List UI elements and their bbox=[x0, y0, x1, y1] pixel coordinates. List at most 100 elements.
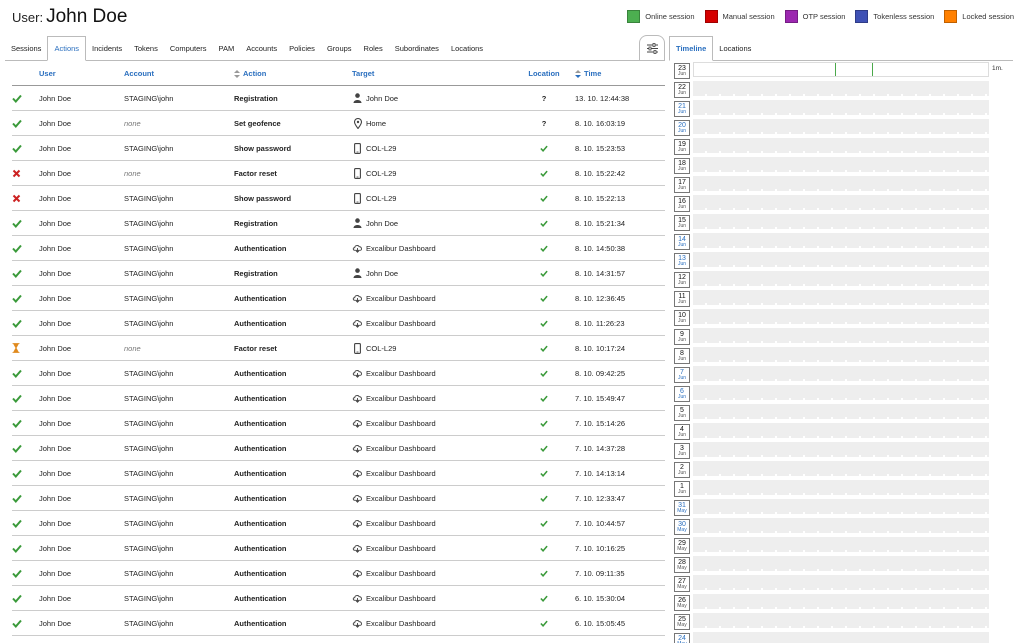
timeline-bar[interactable] bbox=[693, 81, 989, 96]
table-row[interactable]: John Doe STAGING\john Authentication Exc… bbox=[12, 611, 665, 636]
location-ok-check-icon bbox=[540, 595, 548, 602]
timeline-bar[interactable] bbox=[693, 328, 989, 343]
table-row[interactable]: John Doe STAGING\john Authentication Exc… bbox=[12, 286, 665, 311]
day-month: Jun bbox=[677, 317, 687, 324]
timeline-bar[interactable] bbox=[693, 138, 989, 153]
timeline-bar[interactable] bbox=[693, 442, 989, 457]
col-action[interactable]: Action bbox=[234, 69, 352, 78]
user-cell: John Doe bbox=[39, 268, 72, 278]
col-account[interactable]: Account bbox=[124, 69, 234, 78]
table-row[interactable]: John Doe STAGING\john Authentication Exc… bbox=[12, 386, 665, 411]
timeline-bar[interactable] bbox=[693, 461, 989, 476]
day-month: May bbox=[677, 545, 687, 552]
time-cell: 8. 10. 15:21:34 bbox=[575, 218, 626, 228]
table-row[interactable]: John Doe STAGING\john Authentication Exc… bbox=[12, 561, 665, 586]
col-time[interactable]: Time bbox=[571, 69, 665, 78]
timeline-bar[interactable] bbox=[693, 233, 989, 248]
timeline-bar[interactable] bbox=[693, 518, 989, 533]
filter-settings-button[interactable] bbox=[639, 35, 665, 60]
table-row[interactable]: John Doe STAGING\john Show password COL-… bbox=[12, 186, 665, 211]
timeline-bar[interactable] bbox=[693, 556, 989, 571]
tab-actions[interactable]: Actions bbox=[47, 36, 87, 61]
tab-tokens[interactable]: Tokens bbox=[128, 36, 164, 60]
col-location[interactable]: Location bbox=[517, 69, 571, 78]
table-row[interactable]: John Doe STAGING\john Authentication Exc… bbox=[12, 511, 665, 536]
tab-accounts[interactable]: Accounts bbox=[240, 36, 283, 60]
timeline-bar[interactable] bbox=[693, 385, 989, 400]
target-cell: John Doe bbox=[352, 268, 517, 279]
account-cell: STAGING\john bbox=[124, 318, 174, 328]
location-ok-check-icon bbox=[540, 270, 548, 277]
target-label: COL-L29 bbox=[366, 343, 397, 353]
action-cell: Authentication bbox=[234, 318, 287, 328]
phone-icon bbox=[352, 167, 363, 179]
timeline-bar[interactable] bbox=[693, 271, 989, 286]
timeline-bar[interactable] bbox=[693, 176, 989, 191]
tab-locations[interactable]: Locations bbox=[445, 36, 489, 60]
table-row[interactable]: John Doe STAGING\john Authentication Exc… bbox=[12, 311, 665, 336]
legend-swatch bbox=[627, 10, 641, 23]
table-row[interactable]: John Doe STAGING\john Authentication Exc… bbox=[12, 586, 665, 611]
location-ok-check-icon bbox=[540, 620, 548, 627]
timeline-bar[interactable] bbox=[693, 347, 989, 362]
tab-roles[interactable]: Roles bbox=[358, 36, 389, 60]
timeline-bar[interactable] bbox=[693, 214, 989, 229]
hour-dashes bbox=[693, 379, 989, 381]
col-user[interactable]: User bbox=[39, 69, 124, 78]
table-row[interactable]: John Doe STAGING\john Authentication Exc… bbox=[12, 411, 665, 436]
tab-subordinates[interactable]: Subordinates bbox=[389, 36, 445, 60]
tab-sessions[interactable]: Sessions bbox=[5, 36, 47, 60]
timeline-bar[interactable] bbox=[693, 366, 989, 381]
day-label: 9 Jun bbox=[674, 328, 690, 345]
hour-dashes bbox=[693, 170, 989, 172]
timeline-bar[interactable] bbox=[693, 157, 989, 172]
user-cell: John Doe bbox=[39, 418, 72, 428]
table-row[interactable]: John Doe STAGING\john Registration John … bbox=[12, 261, 665, 286]
table-row[interactable]: John Doe STAGING\john Registration John … bbox=[12, 86, 665, 111]
tab-pam[interactable]: PAM bbox=[213, 36, 241, 60]
timeline-bar[interactable] bbox=[693, 62, 989, 77]
tab-policies[interactable]: Policies bbox=[283, 36, 321, 60]
table-row[interactable]: John Doe STAGING\john Authentication Exc… bbox=[12, 436, 665, 461]
right-tab-locations[interactable]: Locations bbox=[713, 36, 757, 60]
timeline-bar[interactable] bbox=[693, 309, 989, 324]
target-label: John Doe bbox=[366, 93, 399, 103]
table-row[interactable]: John Doe STAGING\john Registration John … bbox=[12, 211, 665, 236]
tab-groups[interactable]: Groups bbox=[321, 36, 358, 60]
timeline-bar[interactable] bbox=[693, 537, 989, 552]
right-tab-timeline[interactable]: Timeline bbox=[669, 36, 714, 61]
target-cell: COL-L29 bbox=[352, 142, 517, 154]
account-cell: STAGING\john bbox=[124, 468, 174, 478]
timeline-bar[interactable] bbox=[693, 119, 989, 134]
table-row[interactable]: John Doe none Factor reset COL-L29 8. 10… bbox=[12, 336, 665, 361]
timeline-bar[interactable] bbox=[693, 632, 989, 643]
table-row[interactable]: John Doe STAGING\john Authentication Exc… bbox=[12, 461, 665, 486]
user-cell: John Doe bbox=[39, 168, 72, 178]
timeline-bar[interactable] bbox=[693, 613, 989, 628]
cloud-icon bbox=[352, 493, 363, 504]
timeline-bar[interactable] bbox=[693, 404, 989, 419]
table-row[interactable]: John Doe none Set geofence Home ? 8. 10.… bbox=[12, 111, 665, 136]
tab-incidents[interactable]: Incidents bbox=[86, 36, 128, 60]
tab-computers[interactable]: Computers bbox=[164, 36, 213, 60]
timeline-bar[interactable] bbox=[693, 100, 989, 115]
timeline-bar[interactable] bbox=[693, 499, 989, 514]
table-row[interactable]: John Doe STAGING\john Authentication Exc… bbox=[12, 486, 665, 511]
timeline-bar[interactable] bbox=[693, 480, 989, 495]
table-row[interactable]: John Doe STAGING\john Authentication Exc… bbox=[12, 236, 665, 261]
location-cell bbox=[517, 170, 571, 177]
day-label: 5 Jun bbox=[674, 404, 690, 421]
timeline-bar[interactable] bbox=[693, 575, 989, 590]
timeline-bar[interactable] bbox=[693, 290, 989, 305]
table-row[interactable]: John Doe none Factor reset COL-L29 8. 10… bbox=[12, 161, 665, 186]
timeline-bar[interactable] bbox=[693, 252, 989, 267]
location-unknown: ? bbox=[541, 93, 547, 103]
timeline-bar[interactable] bbox=[693, 594, 989, 609]
timeline-bar[interactable] bbox=[693, 423, 989, 438]
timeline-row: 27 May bbox=[674, 574, 1014, 593]
table-row[interactable]: John Doe STAGING\john Show password COL-… bbox=[12, 136, 665, 161]
col-target[interactable]: Target bbox=[352, 69, 517, 78]
table-row[interactable]: John Doe STAGING\john Authentication Exc… bbox=[12, 361, 665, 386]
table-row[interactable]: John Doe STAGING\john Authentication Exc… bbox=[12, 536, 665, 561]
timeline-bar[interactable] bbox=[693, 195, 989, 210]
